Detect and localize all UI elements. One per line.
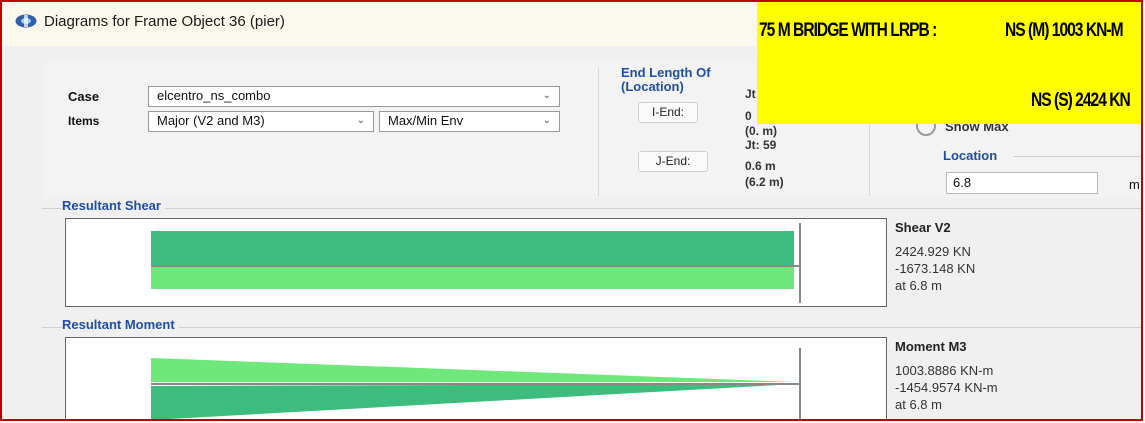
moment-values-title: Moment M3 (895, 339, 967, 354)
shear-diagram-svg (151, 223, 801, 303)
shear-section-divider (42, 208, 1141, 209)
chevron-down-icon[interactable]: ⌄ (357, 115, 365, 126)
case-dropdown[interactable]: elcentro_ns_combo ⌄ (148, 86, 560, 107)
moment-max: 1003.8886 KN-m (895, 363, 994, 378)
diagram-window: Diagrams for Frame Object 36 (pier) Case… (0, 0, 1143, 421)
j-end-value: 0.6 m (745, 159, 776, 173)
moment-section-title: Resultant Moment (62, 317, 179, 332)
location-divider (1013, 156, 1141, 157)
moment-negative-fill (151, 384, 796, 419)
i-end-value: 0 (745, 109, 752, 123)
j-end-button[interactable]: J-End: (638, 151, 708, 172)
shear-diagram (65, 218, 887, 307)
shear-values-title: Shear V2 (895, 220, 951, 235)
j-end-location: (6.2 m) (745, 175, 784, 189)
location-unit: m (1129, 177, 1140, 192)
moment-diagram (65, 337, 887, 419)
shear-min: -1673.148 KN (895, 261, 976, 276)
shear-values: 2424.929 KN -1673.148 KN at 6.8 m (895, 243, 975, 294)
i-end-location: (0. m) (745, 124, 778, 138)
chevron-down-icon[interactable]: ⌄ (543, 115, 551, 126)
moment-section-divider (42, 327, 1141, 328)
j-end-joint: Jt: 59 (745, 138, 777, 152)
banner-title: 75 M BRIDGE WITH LRPB : (759, 20, 937, 41)
location-title: Location (943, 148, 998, 163)
moment-positive-fill (151, 358, 796, 382)
case-label: Case (68, 89, 100, 104)
window-title: Diagrams for Frame Object 36 (pier) (44, 13, 285, 30)
items-label: Items (68, 114, 100, 128)
shear-at: at 6.8 m (895, 278, 942, 293)
moment-values: 1003.8886 KN-m -1454.9574 KN-m at 6.8 m (895, 362, 998, 413)
moment-at: at 6.8 m (895, 397, 942, 412)
end-length-title: End Length Of (621, 65, 711, 80)
moment-min: -1454.9574 KN-m (895, 380, 998, 395)
annotation-banner: 75 M BRIDGE WITH LRPB : NS (M) 1003 KN-M… (757, 2, 1141, 124)
shear-section-title: Resultant Shear (62, 198, 165, 213)
envelope-dropdown[interactable]: Max/Min Env ⌄ (379, 111, 560, 132)
i-end-button[interactable]: I-End: (638, 102, 698, 123)
shear-positive-fill (151, 231, 794, 266)
items-value: Major (V2 and M3) (157, 113, 265, 128)
shear-negative-fill (151, 266, 794, 289)
group-separator (598, 68, 599, 196)
shear-max: 2424.929 KN (895, 244, 971, 259)
end-length-subtitle: (Location) (621, 79, 684, 94)
banner-shear: NS (S) 2424 KN (1031, 90, 1131, 111)
moment-diagram-svg (151, 348, 801, 419)
items-dropdown[interactable]: Major (V2 and M3) ⌄ (148, 111, 374, 132)
app-logo-icon (15, 14, 37, 28)
case-value: elcentro_ns_combo (157, 88, 271, 103)
location-input[interactable]: 6.8 (946, 172, 1098, 194)
envelope-value: Max/Min Env (388, 113, 464, 128)
chevron-down-icon[interactable]: ⌄ (543, 90, 551, 101)
i-end-joint: Jt (745, 87, 756, 101)
banner-moment: NS (M) 1003 KN-M (1005, 20, 1124, 41)
